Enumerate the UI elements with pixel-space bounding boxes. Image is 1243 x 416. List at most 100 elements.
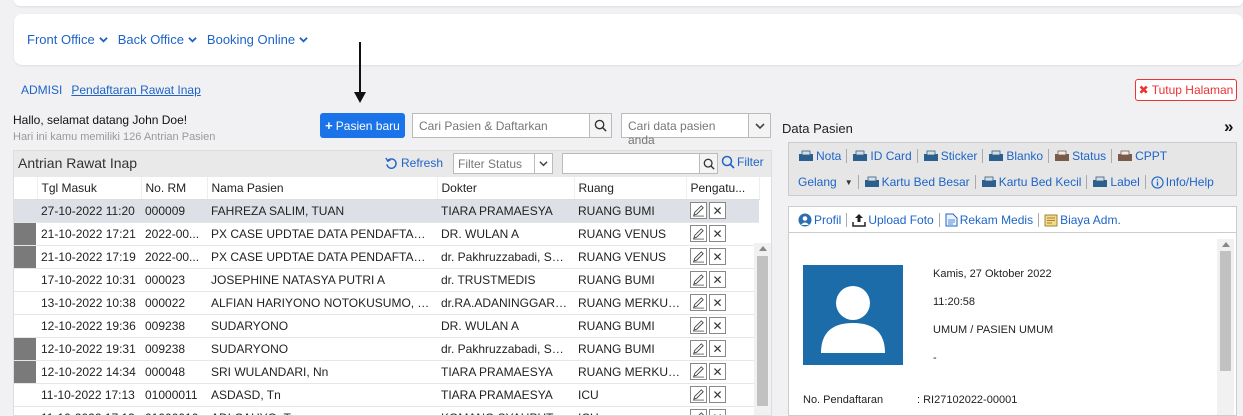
scroll-thumb[interactable] [757, 256, 768, 406]
scroll-thumb[interactable] [1220, 251, 1231, 371]
kartu-bed-besar-button[interactable]: Kartu Bed Besar [859, 175, 976, 189]
close-page-button[interactable]: ✖ Tutup Halaman [1135, 79, 1237, 101]
breadcrumb-current[interactable]: Pendaftaran Rawat Inap [71, 83, 200, 97]
table-row[interactable]: 11-10-2022 17:1301000010ADI CAHYO, TnKOM… [14, 406, 759, 415]
row-status-block [14, 337, 36, 359]
delete-icon[interactable]: ✕ [709, 248, 726, 265]
chevron-down-icon[interactable] [748, 114, 770, 137]
nav-front-office[interactable]: Front Office [27, 32, 108, 47]
edit-icon[interactable] [690, 225, 707, 242]
edit-icon[interactable] [690, 386, 707, 403]
status-label: Status [1072, 149, 1107, 163]
info-help-button[interactable]: Info/Help [1146, 175, 1219, 189]
profil-label: Profil [814, 213, 842, 227]
main-navbar: Front Office Back Office Booking Online [14, 14, 1243, 65]
profil-button[interactable]: Profil [793, 213, 848, 227]
id-card-button[interactable]: ID Card [847, 149, 918, 163]
rekam-medis-button[interactable]: Rekam Medis [940, 213, 1040, 227]
new-patient-button[interactable]: + Pasien baru [320, 113, 405, 138]
delete-icon[interactable]: ✕ [709, 386, 726, 403]
column-header-doctor[interactable]: Dokter [437, 177, 575, 200]
table-row[interactable]: 21-10-2022 17:21 2022-00... PX CASE UPDTAE… [14, 222, 759, 246]
row-marker [14, 406, 37, 415]
delete-icon[interactable]: ✕ [709, 271, 726, 288]
table-row[interactable]: 11-10-2022 17:13 01000011 ASDASD, Tn TIARA … [14, 383, 759, 407]
column-header-room[interactable]: Ruang [574, 177, 687, 200]
queue-title: Antrian Rawat Inap [18, 155, 138, 171]
delete-icon[interactable]: ✕ [709, 363, 726, 380]
table-row[interactable]: 12-10-2022 19:36 009238 SUDARYONO DR. WULAN… [14, 314, 759, 338]
edit-icon[interactable] [690, 409, 707, 415]
scroll-up-icon[interactable] [1222, 242, 1230, 247]
cell-actions: ✕ [686, 199, 759, 223]
edit-icon[interactable] [690, 317, 707, 334]
table-row[interactable]: 17-10-2022 10:31 000023 JOSEPHINE NATASYA … [14, 268, 759, 292]
gelang-dropdown[interactable]: Gelang ▼ [793, 175, 859, 189]
delete-icon[interactable]: ✕ [709, 225, 726, 242]
queue-search-input[interactable] [562, 153, 718, 174]
cell-rm: 009238 [141, 314, 207, 338]
edit-icon[interactable] [690, 363, 707, 380]
search-icon[interactable] [589, 114, 611, 137]
scroll-up-icon[interactable] [759, 246, 767, 251]
filter-button[interactable]: Filter [721, 155, 764, 169]
edit-icon[interactable] [690, 340, 707, 357]
search-icon[interactable] [699, 154, 717, 173]
nota-label: Nota [816, 149, 842, 163]
breadcrumb-root[interactable]: ADMISI [21, 83, 62, 97]
sticker-button[interactable]: Sticker [918, 149, 984, 163]
avatar[interactable] [803, 265, 903, 365]
blanko-button[interactable]: Blanko [983, 149, 1050, 163]
label-label: Label [1110, 175, 1140, 189]
search-register-input[interactable]: Cari Pasien & Daftarkan [412, 113, 612, 138]
breadcrumb: ADMISI Pendaftaran Rawat Inap [21, 83, 201, 97]
patient-scrollbar[interactable] [1217, 239, 1234, 415]
cppt-button[interactable]: CPPT [1112, 149, 1172, 163]
label-button[interactable]: Label [1087, 175, 1146, 189]
edit-icon[interactable] [690, 202, 707, 219]
column-header-actions[interactable]: Pengatu... [686, 177, 760, 200]
kartu-bed-kecil-button[interactable]: Kartu Bed Kecil [976, 175, 1088, 189]
column-header-name[interactable]: Nama Pasien [207, 177, 438, 200]
nota-button[interactable]: Nota [793, 149, 848, 163]
queue-scrollbar[interactable] [754, 243, 771, 415]
status-button[interactable]: Status [1049, 149, 1113, 163]
column-header-date[interactable]: Tgl Masuk [37, 177, 142, 200]
table-row[interactable]: 12-10-2022 19:31 009238 SUDARYONO dr. Pakhr… [14, 337, 759, 361]
queue-table: Tgl Masuk No. RM Nama Pasien Dokter Ruan… [14, 177, 760, 415]
cell-name: PX CASE UPDTAE DATA PENDAFTARAN, ... [207, 222, 437, 246]
delete-icon[interactable]: ✕ [709, 202, 726, 219]
collapse-icon[interactable]: » [1224, 117, 1233, 137]
table-row[interactable]: 27-10-2022 11:20 000009 FAHREZA SALIM, TUA… [14, 199, 759, 223]
upload-foto-button[interactable]: Upload Foto [847, 213, 940, 227]
nav-booking-online[interactable]: Booking Online [207, 32, 308, 47]
edit-icon[interactable] [690, 294, 707, 311]
delete-icon[interactable]: ✕ [709, 409, 726, 415]
toolbar-row-3: Profil Upload Foto Rekam Medis Biaya Adm… [789, 207, 1236, 233]
filter-status-select[interactable]: Filter Status [453, 153, 553, 174]
table-row[interactable]: 13-10-2022 10:38 000022 ALFIAN HARIYONO NO… [14, 291, 759, 315]
column-header-rm[interactable]: No. RM [141, 177, 208, 200]
search-patient-select[interactable]: Cari data pasien anda [621, 113, 771, 147]
edit-icon[interactable] [690, 271, 707, 288]
refresh-button[interactable]: Refresh [385, 156, 443, 170]
delete-icon[interactable]: ✕ [709, 317, 726, 334]
user-placeholder-icon [821, 286, 885, 353]
cell-name: SUDARYONO [207, 314, 437, 338]
chevron-down-icon [188, 37, 197, 43]
nav-back-office[interactable]: Back Office [118, 32, 197, 47]
table-row[interactable]: 12-10-2022 14:34 000048 SRI WULANDARI, Nn T… [14, 360, 759, 384]
edit-icon[interactable] [690, 248, 707, 265]
cell-rm: 009238 [141, 337, 207, 361]
table-row[interactable]: 21-10-2022 17:19 2022-00... PX CASE UPDTAE… [14, 245, 759, 269]
user-icon [798, 213, 812, 227]
visit-time: 11:20:58 [933, 296, 976, 308]
delete-icon[interactable]: ✕ [709, 294, 726, 311]
chevron-down-icon [98, 37, 108, 43]
delete-icon[interactable]: ✕ [709, 340, 726, 357]
cell-actions: ✕ [686, 337, 759, 361]
cell-date: 12-10-2022 14:34 [37, 360, 141, 384]
cell-doctor: DR. WULAN A [437, 314, 574, 338]
queue-search-field[interactable] [563, 154, 699, 173]
biaya-adm-button[interactable]: Biaya Adm. [1039, 213, 1126, 227]
